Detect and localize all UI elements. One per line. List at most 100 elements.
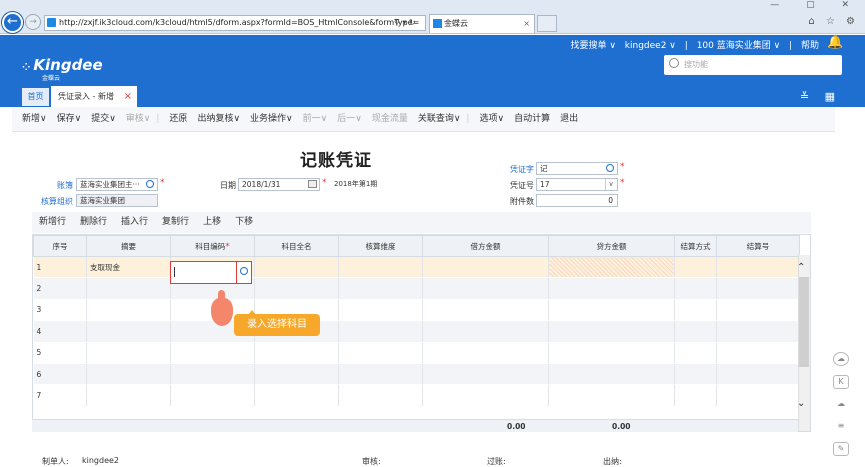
- column-header[interactable]: 结算号: [716, 235, 800, 257]
- table-cell[interactable]: 4: [33, 320, 87, 343]
- table-cell[interactable]: [170, 384, 255, 407]
- table-cell[interactable]: [716, 384, 800, 407]
- toolbar-item[interactable]: 保存∨: [57, 114, 82, 124]
- table-cell[interactable]: [674, 256, 717, 279]
- column-header[interactable]: 序号: [33, 235, 87, 257]
- table-cell[interactable]: [548, 277, 675, 300]
- forward-icon[interactable]: →: [25, 14, 41, 30]
- table-cell[interactable]: [422, 320, 549, 343]
- grid-action-button[interactable]: 新增行: [39, 217, 66, 227]
- table-cell[interactable]: [716, 342, 800, 364]
- nav-help[interactable]: 帮助: [801, 41, 819, 51]
- grid-action-button[interactable]: 上移: [203, 217, 221, 227]
- column-header[interactable]: 科目编码*: [170, 235, 255, 257]
- table-cell[interactable]: 2: [33, 277, 87, 300]
- tab-voucher-entry[interactable]: 凭证录入 - 新增 ×: [51, 86, 137, 107]
- table-cell[interactable]: [674, 342, 717, 364]
- browser-tab[interactable]: 金蝶云 ×: [429, 14, 535, 33]
- table-cell[interactable]: [170, 363, 255, 386]
- column-header[interactable]: 结算方式: [674, 235, 717, 257]
- new-tab-button[interactable]: [537, 15, 557, 32]
- cloud-icon[interactable]: ☁: [833, 352, 849, 366]
- table-cell[interactable]: [338, 256, 423, 279]
- search-icon[interactable]: [146, 180, 154, 188]
- table-cell[interactable]: [254, 342, 339, 364]
- toolbar-item[interactable]: 新增∨: [22, 114, 47, 124]
- back-icon[interactable]: ←: [2, 12, 23, 33]
- table-row[interactable]: 7: [33, 384, 800, 407]
- attachment-field[interactable]: 0: [536, 194, 618, 207]
- search-icon[interactable]: [606, 164, 614, 172]
- table-cell[interactable]: [548, 299, 675, 322]
- table-cell[interactable]: [674, 299, 717, 322]
- table-cell[interactable]: [548, 256, 675, 279]
- edit-icon[interactable]: ✎: [833, 442, 849, 456]
- column-header[interactable]: 科目全名: [254, 235, 339, 257]
- table-cell[interactable]: [716, 320, 800, 343]
- table-cell[interactable]: [674, 320, 717, 343]
- table-cell[interactable]: [422, 384, 549, 407]
- table-row[interactable]: 4: [33, 320, 800, 343]
- column-header[interactable]: 摘要: [86, 235, 171, 257]
- table-row[interactable]: 5: [33, 342, 800, 364]
- table-cell[interactable]: [422, 299, 549, 322]
- table-cell[interactable]: [548, 342, 675, 364]
- table-cell[interactable]: [86, 277, 171, 300]
- table-cell[interactable]: [674, 384, 717, 407]
- table-cell[interactable]: [338, 277, 423, 300]
- table-cell[interactable]: [716, 256, 800, 279]
- table-cell[interactable]: 3: [33, 299, 87, 322]
- scroll-down-icon[interactable]: ⌄: [797, 398, 805, 409]
- table-cell[interactable]: [254, 384, 339, 407]
- table-cell[interactable]: [422, 363, 549, 386]
- toolbar-item[interactable]: 出纳复核∨: [197, 114, 240, 124]
- scroll-up-icon[interactable]: ⌃: [797, 262, 805, 273]
- function-search-input[interactable]: 搜功能: [664, 55, 842, 75]
- account-picker-button[interactable]: [236, 261, 252, 284]
- column-header[interactable]: 核算维度: [338, 235, 423, 257]
- toolbar-item[interactable]: 提交∨: [91, 114, 116, 124]
- table-cell[interactable]: [674, 363, 717, 386]
- tab-close-icon[interactable]: ×: [124, 86, 132, 107]
- address-tools[interactable]: ⚲ ▾ ↻: [394, 15, 416, 31]
- address-bar[interactable]: http://zxjf.ik3cloud.com/k3cloud/html5/d…: [44, 15, 426, 31]
- table-cell[interactable]: 1: [33, 256, 87, 279]
- column-header[interactable]: 贷方金额: [548, 235, 675, 257]
- cloud-outline-icon[interactable]: ☁: [833, 398, 849, 412]
- table-cell[interactable]: [422, 256, 549, 279]
- tab-close-icon[interactable]: ×: [523, 15, 530, 32]
- table-cell[interactable]: [86, 320, 171, 343]
- nav-org[interactable]: 100 蓝海实业集团 ∨: [697, 41, 781, 51]
- table-cell[interactable]: [338, 320, 423, 343]
- table-cell[interactable]: [716, 299, 800, 322]
- k-icon[interactable]: K: [833, 375, 849, 389]
- date-field[interactable]: 2018/1/31: [238, 178, 320, 191]
- nav-user[interactable]: kingdee2 ∨: [625, 41, 676, 51]
- table-cell[interactable]: [422, 342, 549, 364]
- table-cell[interactable]: 7: [33, 384, 87, 407]
- toolbar-item[interactable]: 还原: [169, 114, 187, 124]
- window-controls[interactable]: — ▢ ✕: [770, 0, 861, 12]
- table-cell[interactable]: [338, 342, 423, 364]
- grid-action-button[interactable]: 删除行: [80, 217, 107, 227]
- voucher-word-field[interactable]: 记: [536, 162, 618, 175]
- table-cell[interactable]: 5: [33, 342, 87, 364]
- table-cell[interactable]: [86, 342, 171, 364]
- table-cell[interactable]: [254, 256, 339, 279]
- browser-tools-icons[interactable]: ⌂ ☆ ⚙: [808, 16, 859, 27]
- table-cell[interactable]: [338, 299, 423, 322]
- table-cell[interactable]: [170, 342, 255, 364]
- scrollbar-thumb[interactable]: [799, 277, 809, 367]
- voucher-no-field[interactable]: 17 ∨: [536, 178, 618, 191]
- bell-icon[interactable]: 🔔: [827, 35, 843, 51]
- grid-action-button[interactable]: 下移: [235, 217, 253, 227]
- database-icon[interactable]: ≡: [833, 420, 849, 434]
- table-cell[interactable]: [548, 384, 675, 407]
- grid-action-button[interactable]: 复制行: [162, 217, 189, 227]
- chevron-down-icon[interactable]: ∨: [605, 179, 616, 190]
- toolbar-item[interactable]: 选项∨: [479, 114, 504, 124]
- table-cell[interactable]: [254, 363, 339, 386]
- nav-find-bill[interactable]: 找要搜单 ∨: [570, 41, 615, 51]
- grid-action-button[interactable]: 插入行: [121, 217, 148, 227]
- table-cell[interactable]: [674, 277, 717, 300]
